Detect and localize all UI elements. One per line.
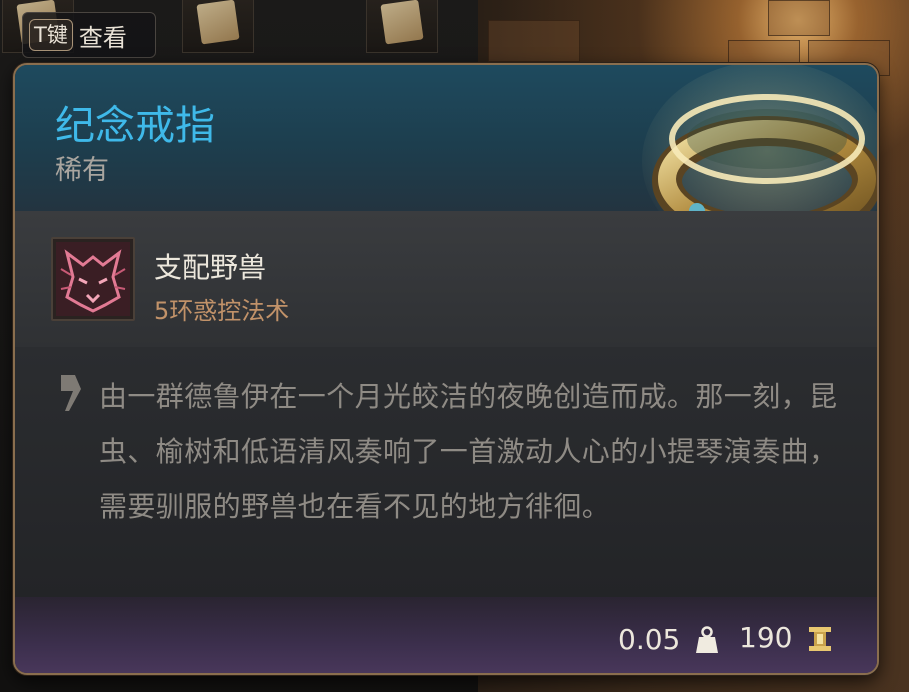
spell-name: 支配野兽	[154, 251, 267, 284]
item-weight: 0.05	[618, 623, 681, 656]
tooltip-footer: 0.05 190	[15, 597, 877, 673]
inventory-slot[interactable]	[366, 0, 438, 53]
item-description-section: 由一群德鲁伊在一个月光皎洁的夜晚创造而成。那一刻，昆虫、榆树和低语清风奏响了一首…	[15, 347, 877, 597]
hotkey-label: 查看	[78, 23, 127, 52]
gold-coin-icon	[809, 627, 831, 651]
hotkey-key: T键	[29, 19, 73, 51]
item-rarity: 稀有	[55, 155, 109, 186]
item-name: 纪念戒指	[55, 103, 215, 149]
quote-mark-icon	[61, 375, 81, 411]
weight-icon	[696, 626, 718, 653]
item-description: 由一群德鲁伊在一个月光皎洁的夜晚创造而成。那一刻，昆虫、榆树和低语清风奏响了一首…	[99, 380, 838, 523]
beast-face-icon	[51, 237, 135, 321]
inspect-hotkey-hint[interactable]: T键 查看	[22, 12, 156, 58]
tooltip-header: 纪念戒指 稀有	[15, 65, 877, 261]
spell-level: 5环惑控法术	[154, 297, 290, 325]
item-tooltip: 纪念戒指 稀有 支配野兽 5环惑控法术 由一群德鲁伊在一个月光皎洁的夜晚创造而成…	[13, 63, 879, 675]
inventory-slot[interactable]	[182, 0, 254, 53]
item-price: 190	[739, 621, 793, 654]
granted-spell-section[interactable]: 支配野兽 5环惑控法术	[15, 211, 877, 347]
